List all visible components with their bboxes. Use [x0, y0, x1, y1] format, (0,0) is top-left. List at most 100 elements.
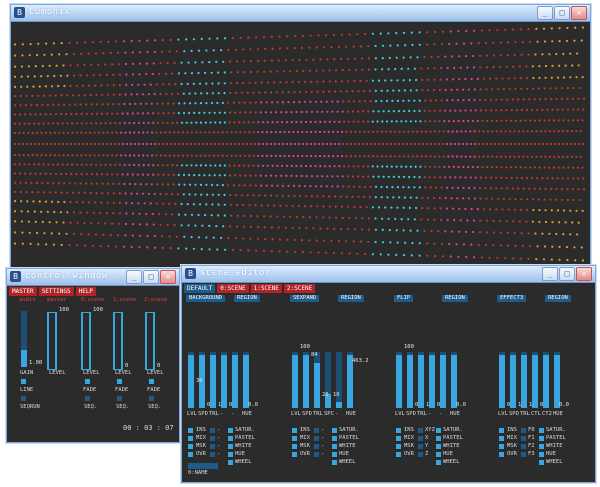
scene1-level-slider[interactable] [113, 312, 123, 370]
main-titlebar[interactable]: B Lumonix _ □ ✕ [11, 5, 590, 22]
gain-slider[interactable] [21, 311, 27, 367]
minimize-button[interactable]: _ [542, 267, 558, 281]
group-0-side-check-2[interactable] [210, 444, 215, 449]
group-2-side-check-1[interactable] [418, 436, 423, 441]
line-toggle[interactable] [21, 379, 26, 384]
group-1-color-check-3[interactable] [332, 452, 337, 457]
region-select-3[interactable]: REGION [545, 295, 571, 302]
group-1-color-check-2[interactable] [332, 444, 337, 449]
group-2-slider-3[interactable] [429, 352, 435, 408]
group-1-slider-3[interactable] [325, 352, 331, 408]
minimize-button[interactable]: _ [537, 6, 553, 20]
region-select-1[interactable]: REGION [338, 295, 364, 302]
region-select-2[interactable]: REGION [442, 295, 468, 302]
group-2-slider-1[interactable] [407, 352, 413, 408]
tab-default[interactable]: DEFAULT [184, 284, 216, 293]
group-0-color-check-4[interactable] [228, 460, 233, 465]
group-3-check-2[interactable] [499, 444, 504, 449]
group-2-slider-5[interactable] [451, 352, 457, 408]
group-1-side-check-1[interactable] [314, 436, 319, 441]
group-1-side-check-2[interactable] [314, 444, 319, 449]
maximize-button[interactable]: □ [143, 270, 159, 284]
group-0-slider-0[interactable] [188, 352, 194, 408]
group-2-side-check-3[interactable] [418, 452, 423, 457]
group-2-side-check-0[interactable] [418, 428, 423, 433]
scene2-seq-toggle[interactable] [149, 396, 154, 401]
group-0-slider-5[interactable] [243, 352, 249, 408]
group-3-color-check-0[interactable] [539, 428, 544, 433]
group-0-slider-4[interactable] [232, 352, 238, 408]
group-1-slider-0[interactable] [292, 352, 298, 408]
group-3-side-check-1[interactable] [521, 436, 526, 441]
group-3-slider-3[interactable] [532, 352, 538, 408]
group-3-slider-1[interactable] [510, 352, 516, 408]
control-titlebar[interactable]: B control window _ □ ✕ [7, 269, 179, 286]
master-level-slider[interactable] [47, 312, 57, 370]
group-3-color-check-4[interactable] [539, 460, 544, 465]
group-3-side-check-0[interactable] [521, 428, 526, 433]
scene1-seq-toggle[interactable] [117, 396, 122, 401]
tab-scene0[interactable]: 0:SCENE [217, 284, 249, 293]
group-0-side-check-1[interactable] [210, 436, 215, 441]
tab-master[interactable]: MASTER [9, 287, 37, 296]
group-1-side-check-0[interactable] [314, 428, 319, 433]
seqrun-toggle[interactable] [21, 396, 26, 401]
group-3-color-check-2[interactable] [539, 444, 544, 449]
region-select-0[interactable]: REGION [234, 295, 260, 302]
group-2-check-1[interactable] [396, 436, 401, 441]
group-1-slider-2[interactable] [314, 352, 320, 408]
tab-scene2[interactable]: 2:SCENE [283, 284, 316, 293]
group-0-color-check-0[interactable] [228, 428, 233, 433]
group-0-color-check-3[interactable] [228, 452, 233, 457]
group-3-check-1[interactable] [499, 436, 504, 441]
group-0-slider-2[interactable] [210, 352, 216, 408]
scene0-seq-toggle[interactable] [85, 396, 90, 401]
group-3-color-check-3[interactable] [539, 452, 544, 457]
group-1-color-check-0[interactable] [332, 428, 337, 433]
group-2-color-check-1[interactable] [436, 436, 441, 441]
group-3-slider-2[interactable] [521, 352, 527, 408]
scene-titlebar[interactable]: B scene editor _ □ ✕ [182, 266, 595, 283]
group-1-slider-4[interactable] [336, 352, 342, 408]
group-3-check-3[interactable] [499, 452, 504, 457]
maximize-button[interactable]: □ [554, 6, 570, 20]
group-0-slider-3[interactable] [221, 352, 227, 408]
group-2-check-2[interactable] [396, 444, 401, 449]
tab-help[interactable]: HELP [75, 287, 97, 296]
group-1-slider-1[interactable] [303, 352, 309, 408]
effect-select-2[interactable]: FLIP [394, 295, 414, 302]
scene0-level-slider[interactable] [81, 312, 91, 370]
group-2-color-check-0[interactable] [436, 428, 441, 433]
scene1-fade-toggle[interactable] [117, 379, 122, 384]
tab-scene1[interactable]: 1:SCENE [250, 284, 282, 293]
group-1-check-2[interactable] [292, 444, 297, 449]
group-0-check-2[interactable] [188, 444, 193, 449]
group-2-check-0[interactable] [396, 428, 401, 433]
group-1-side-check-3[interactable] [314, 452, 319, 457]
group-2-color-check-4[interactable] [436, 460, 441, 465]
group-1-color-check-4[interactable] [332, 460, 337, 465]
minimize-button[interactable]: _ [126, 270, 142, 284]
group-2-slider-2[interactable] [418, 352, 424, 408]
scene-name-input[interactable] [188, 463, 218, 469]
group-1-color-check-1[interactable] [332, 436, 337, 441]
group-0-side-check-0[interactable] [210, 428, 215, 433]
scene2-fade-toggle[interactable] [149, 379, 154, 384]
effect-select-1[interactable]: SEXPAND [290, 295, 320, 302]
maximize-button[interactable]: □ [559, 267, 575, 281]
group-3-slider-5[interactable] [554, 352, 560, 408]
group-3-check-0[interactable] [499, 428, 504, 433]
group-0-color-check-1[interactable] [228, 436, 233, 441]
group-0-check-3[interactable] [188, 452, 193, 457]
group-0-check-1[interactable] [188, 436, 193, 441]
group-3-side-check-3[interactable] [521, 452, 526, 457]
close-button[interactable]: ✕ [576, 267, 592, 281]
effect-select-0[interactable]: BACKGROUND [186, 295, 226, 302]
group-0-check-0[interactable] [188, 428, 193, 433]
group-2-side-check-2[interactable] [418, 444, 423, 449]
group-3-slider-0[interactable] [499, 352, 505, 408]
group-2-check-3[interactable] [396, 452, 401, 457]
tab-settings[interactable]: SETTINGS [38, 287, 74, 296]
scene2-level-slider[interactable] [145, 312, 155, 370]
group-3-side-check-2[interactable] [521, 444, 526, 449]
